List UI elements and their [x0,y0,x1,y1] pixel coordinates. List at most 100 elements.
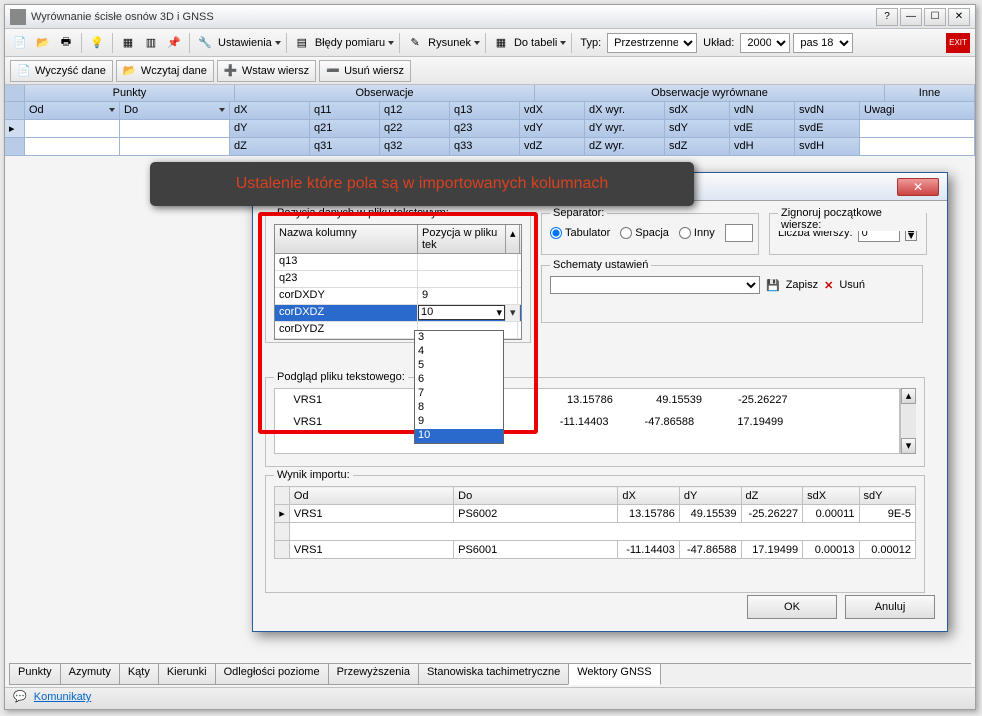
col-q23[interactable]: q23 [450,120,520,138]
sep-tab-radio[interactable]: Tabulator [550,227,610,239]
table-icon[interactable]: ▦ [491,33,511,53]
col-sdy[interactable]: sdY [665,120,730,138]
tab-katy[interactable]: Kąty [119,664,159,685]
col-svdh[interactable]: svdH [795,138,860,156]
open-icon[interactable]: 📂 [33,33,53,53]
clear-data-button[interactable]: 📄Wyczyść dane [10,60,113,82]
delete-icon: ➖ [326,64,340,78]
print-icon[interactable]: 🖶 [56,33,76,53]
new-icon[interactable]: 📄 [10,33,30,53]
settings-dropdown[interactable]: Ustawienia [218,37,281,49]
insert-row-button[interactable]: ➕Wstaw wiersz [217,60,316,82]
scroll-down-button[interactable]: ▾ [506,305,520,321]
col-vdh[interactable]: vdH [730,138,795,156]
ok-button[interactable]: OK [747,595,837,619]
col-vdz[interactable]: vdZ [520,138,585,156]
col-sdz[interactable]: sdZ [665,138,730,156]
scroll-up-button[interactable]: ▴ [506,225,520,253]
tab-odleglosci[interactable]: Odległości poziome [215,664,329,685]
col-q31[interactable]: q31 [310,138,380,156]
tab-stanowiska[interactable]: Stanowiska tachimetryczne [418,664,569,685]
load-data-button[interactable]: 📂Wczytaj dane [116,60,214,82]
col-dz[interactable]: dZ [230,138,310,156]
col-dywyr[interactable]: dY wyr. [585,120,665,138]
pin-icon[interactable]: 📌 [164,33,184,53]
col-q11[interactable]: q11 [310,102,380,120]
col-vdn[interactable]: vdN [730,102,795,120]
window-title: Wyrównanie ścisłe osnów 3D i GNSS [31,11,874,23]
schema-delete-button[interactable]: Usuń [839,279,865,291]
col-svde[interactable]: svdE [795,120,860,138]
group-points: Punkty [25,85,235,101]
col-q13[interactable]: q13 [450,102,520,120]
result-table[interactable]: Od Do dX dY dZ sdX sdY ▸ VRS1 PS6002 13.… [274,486,916,559]
import-dialog: Import z pliku tekstowego ✕ Pozycja dany… [252,172,948,632]
type-select[interactable]: Przestrzenne [607,33,697,53]
selected-row-cordxdz[interactable]: corDXDZ 10▾ ▾ [275,305,521,322]
insert-icon: ➕ [224,64,238,78]
col-sdx[interactable]: sdX [665,102,730,120]
col-svdn[interactable]: svdN [795,102,860,120]
col-vde[interactable]: vdE [730,120,795,138]
preview-text-area[interactable]: VRS1 13.15786 49.15539 -25.26227 VRS1 -1… [274,388,900,454]
maximize-button[interactable]: ☐ [924,8,946,26]
col-q12[interactable]: q12 [380,102,450,120]
position-grid[interactable]: Nazwa kolumny Pozycja w pliku tek ▴ q13 … [274,224,522,340]
position-dropdown-list[interactable]: 3 4 5 6 7 8 9 10 [414,330,504,444]
tab-kierunki[interactable]: Kierunki [158,664,216,685]
status-bar: 💬 Komunikaty [5,687,975,709]
type-label: Typ: [577,37,604,49]
tab-punkty[interactable]: Punkty [9,664,61,685]
app-icon [10,9,26,25]
sep-other-radio[interactable]: Inny [679,227,715,239]
dialog-close-button[interactable]: ✕ [897,178,939,196]
schema-group: Schematy ustawień 💾 Zapisz ✕ Usuń [541,265,923,323]
dropdown-arrow-icon[interactable]: ▾ [496,306,502,319]
group-other: Inne [885,85,975,101]
schema-select[interactable] [550,276,760,294]
tab-przewyzszenia[interactable]: Przewyższenia [328,664,419,685]
delete-row-button[interactable]: ➖Usuń wiersz [319,60,411,82]
minimize-button[interactable]: — [900,8,922,26]
col-dxwyr[interactable]: dX wyr. [585,102,665,120]
col-name-header: Nazwa kolumny [275,225,418,253]
close-button[interactable]: ✕ [948,8,970,26]
result-group: Wynik importu: Od Do dX dY dZ sdX sdY ▸ … [265,475,925,593]
system-select[interactable]: 2000 [740,33,790,53]
help-button[interactable]: ? [876,8,898,26]
col-q33[interactable]: q33 [450,138,520,156]
schema-save-button[interactable]: Zapisz [786,279,818,291]
col-vdx[interactable]: vdX [520,102,585,120]
preview-scrollbar[interactable]: ▴ ▾ [900,388,916,454]
col-dy[interactable]: dY [230,120,310,138]
col-dx[interactable]: dX [230,102,310,120]
col-q21[interactable]: q21 [310,120,380,138]
ignore-group: Zignoruj początkowe wiersze: Liczba wier… [769,213,927,255]
col-do[interactable]: Do [120,102,230,120]
exit-button[interactable]: EXIT [946,33,970,53]
sep-other-input[interactable] [725,224,753,242]
zone-select[interactable]: pas 18 [793,33,853,53]
errors-dropdown[interactable]: Błędy pomiaru [315,37,394,49]
separator-group: Separator: Tabulator Spacja Inny [541,213,759,255]
col-od[interactable]: Od [25,102,120,120]
tab-wektory-gnss[interactable]: Wektory GNSS [568,664,660,685]
doc2-icon[interactable]: ▥ [141,33,161,53]
totable-dropdown[interactable]: Do tabeli [514,37,566,49]
col-dzwyr[interactable]: dZ wyr. [585,138,665,156]
sep-space-radio[interactable]: Spacja [620,227,669,239]
col-q22[interactable]: q22 [380,120,450,138]
col-vdy[interactable]: vdY [520,120,585,138]
draw-icon[interactable]: ✎ [405,33,425,53]
col-q32[interactable]: q32 [380,138,450,156]
cancel-button[interactable]: Anuluj [845,595,935,619]
bulb-icon[interactable]: 💡 [87,33,107,53]
grid-icon[interactable]: ▤ [292,33,312,53]
tools-icon[interactable]: 🔧 [195,33,215,53]
doc-icon[interactable]: ▦ [118,33,138,53]
col-uwagi[interactable]: Uwagi [860,102,975,120]
messages-link[interactable]: Komunikaty [34,691,91,703]
tab-azymuty[interactable]: Azymuty [60,664,120,685]
table-row: ▸ VRS1 PS6002 13.15786 49.15539 -25.2622… [275,505,916,523]
drawing-dropdown[interactable]: Rysunek [428,37,480,49]
